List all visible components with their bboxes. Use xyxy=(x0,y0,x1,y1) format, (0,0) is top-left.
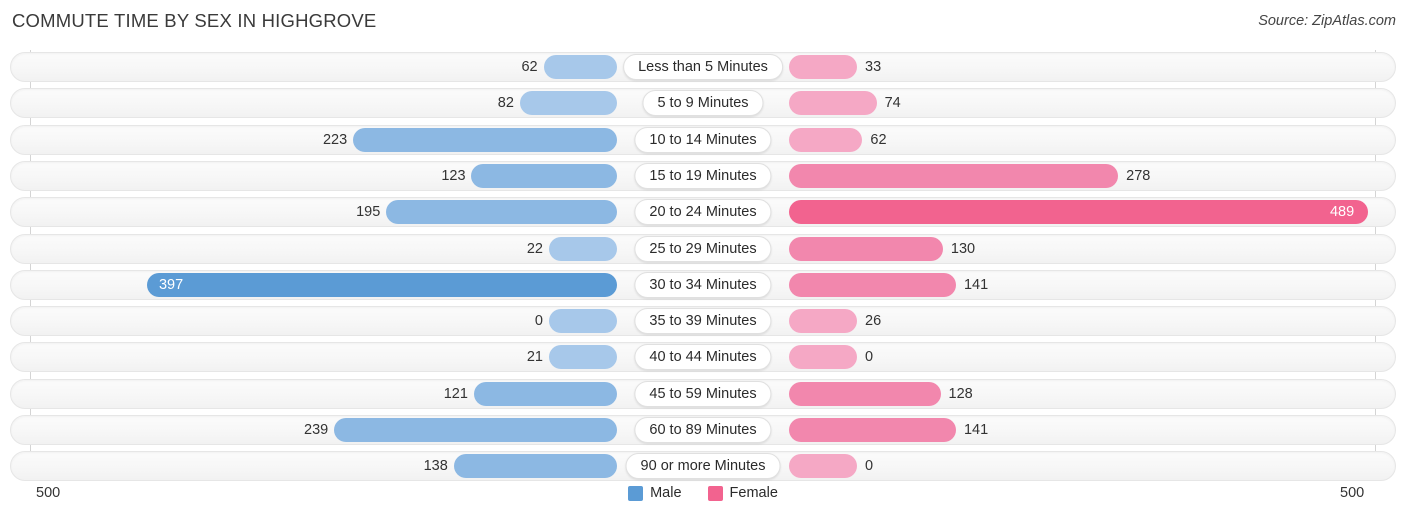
source-attribution: Source: ZipAtlas.com xyxy=(1258,13,1396,29)
chart-row: 239 141 60 to 89 Minutes xyxy=(10,415,1396,445)
bar-female[interactable] xyxy=(789,55,857,79)
legend-item[interactable]: Male xyxy=(628,485,682,501)
bar-value-male: 223 xyxy=(322,131,348,148)
chart-footer: 500 500 Male Female xyxy=(0,483,1406,523)
bar-value-female: 489 xyxy=(1329,204,1355,221)
bar-value-male: 62 xyxy=(521,59,538,75)
category-label: 15 to 19 Minutes xyxy=(634,162,772,189)
bar-male[interactable] xyxy=(473,381,617,406)
bar-value-male: 82 xyxy=(497,95,514,112)
category-label: 25 to 29 Minutes xyxy=(634,235,772,262)
category-label: 35 to 39 Minutes xyxy=(634,308,772,335)
bar-value-female: 26 xyxy=(865,313,882,330)
chart-plot-area: 62 33 Less than 5 Minutes 82 74 5 to 9 Minute… xyxy=(0,50,1406,482)
category-label: 30 to 34 Minutes xyxy=(634,271,772,298)
category-label: 60 to 89 Minutes xyxy=(634,417,772,443)
bar-male[interactable] xyxy=(549,345,617,370)
bar-value-male: 21 xyxy=(526,349,543,366)
chart-row: 195 489 20 to 24 Minutes xyxy=(10,197,1396,228)
bar-value-female: 128 xyxy=(948,385,973,402)
chart-row: 82 74 5 to 9 Minutes xyxy=(10,88,1396,119)
chart-row: 21 0 40 to 44 Minutes xyxy=(10,342,1396,373)
legend-swatch-icon xyxy=(707,485,723,501)
bar-value-female: 62 xyxy=(870,131,887,148)
chart-row: 397 141 30 to 34 Minutes xyxy=(10,269,1396,300)
bar-male[interactable] xyxy=(543,55,617,79)
category-label: 40 to 44 Minutes xyxy=(634,344,772,371)
chart-row: 138 0 90 or more Minutes xyxy=(10,451,1396,482)
bar-female[interactable] xyxy=(789,200,1368,225)
bar-male[interactable] xyxy=(549,309,617,334)
bar-value-male: 397 xyxy=(158,276,184,293)
page-title: COMMUTE TIME BY SEX IN HIGHGROVE xyxy=(12,10,377,31)
bar-value-female: 130 xyxy=(950,240,976,257)
bar-male[interactable] xyxy=(146,272,617,297)
category-label: 45 to 59 Minutes xyxy=(634,380,772,407)
category-label: 90 or more Minutes xyxy=(625,453,781,480)
bar-male[interactable] xyxy=(453,454,617,479)
legend-label: Male xyxy=(650,485,682,501)
bar-value-female: 141 xyxy=(963,422,989,438)
bar-female[interactable] xyxy=(789,381,941,406)
bar-value-female: 278 xyxy=(1126,167,1151,184)
chart-row: 22 130 25 to 29 Minutes xyxy=(10,233,1396,264)
bar-female[interactable] xyxy=(789,163,1119,188)
bar-value-male: 138 xyxy=(423,458,448,475)
bar-value-female: 0 xyxy=(865,349,874,366)
category-label: 20 to 24 Minutes xyxy=(634,199,772,226)
bar-value-female: 0 xyxy=(865,458,874,475)
category-label: 5 to 9 Minutes xyxy=(642,90,764,117)
bar-female[interactable] xyxy=(789,272,956,297)
bar-female[interactable] xyxy=(789,91,877,116)
bar-female[interactable] xyxy=(789,418,956,442)
bar-female[interactable] xyxy=(789,127,863,152)
bar-female[interactable] xyxy=(789,309,857,334)
bar-value-female: 33 xyxy=(865,59,882,75)
chart-row: 0 26 35 to 39 Minutes xyxy=(10,306,1396,337)
chart-legend: Male Female xyxy=(0,485,1406,501)
bar-male[interactable] xyxy=(471,163,617,188)
bar-value-male: 195 xyxy=(356,204,381,221)
bar-value-male: 123 xyxy=(441,167,466,184)
bar-value-male: 22 xyxy=(526,240,543,257)
bar-male[interactable] xyxy=(386,200,617,225)
bar-value-female: 74 xyxy=(884,95,901,112)
bar-male[interactable] xyxy=(334,418,617,442)
bar-male[interactable] xyxy=(519,91,617,116)
bar-female[interactable] xyxy=(789,454,857,479)
bar-value-male: 0 xyxy=(534,313,543,330)
bar-female[interactable] xyxy=(789,345,857,370)
bar-female[interactable] xyxy=(789,236,943,261)
bar-value-male: 239 xyxy=(304,422,329,438)
legend-label: Female xyxy=(729,485,778,501)
bar-value-male: 121 xyxy=(443,385,468,402)
category-label: 10 to 14 Minutes xyxy=(634,126,772,153)
bar-male[interactable] xyxy=(352,127,617,152)
legend-item[interactable]: Female xyxy=(707,485,778,501)
category-label: Less than 5 Minutes xyxy=(623,54,783,80)
legend-swatch-icon xyxy=(628,485,644,501)
chart-page: COMMUTE TIME BY SEX IN HIGHGROVE Source:… xyxy=(0,0,1406,523)
chart-row: 223 62 10 to 14 Minutes xyxy=(10,124,1396,155)
bar-value-female: 141 xyxy=(963,276,989,293)
bar-male[interactable] xyxy=(549,236,617,261)
chart-row: 121 128 45 to 59 Minutes xyxy=(10,378,1396,409)
chart-row: 123 278 15 to 19 Minutes xyxy=(10,160,1396,191)
chart-row: 62 33 Less than 5 Minutes xyxy=(10,52,1396,82)
